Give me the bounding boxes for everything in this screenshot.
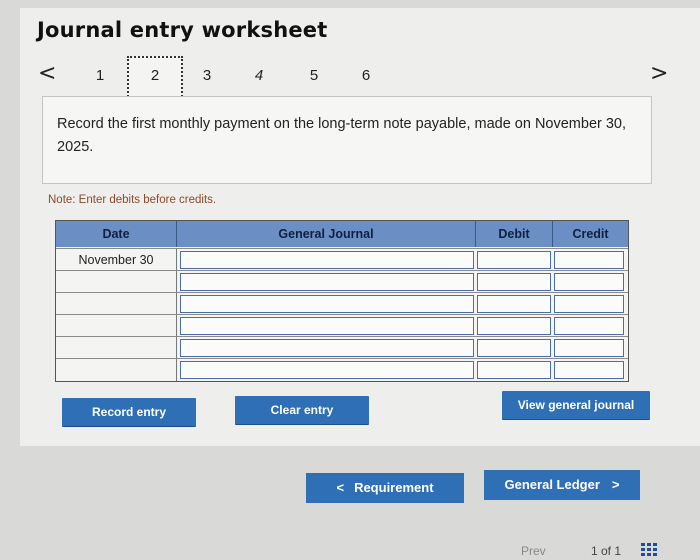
date-cell[interactable]: November 30 xyxy=(56,249,177,271)
account-input[interactable] xyxy=(180,339,474,357)
credit-input[interactable] xyxy=(554,317,624,335)
date-cell[interactable] xyxy=(56,293,177,315)
grid-icon[interactable] xyxy=(641,543,658,557)
general-ledger-label: General Ledger xyxy=(504,477,600,492)
column-header-general-journal: General Journal xyxy=(177,221,476,247)
step-6[interactable]: 6 xyxy=(340,57,392,95)
credit-input[interactable] xyxy=(554,295,624,313)
step-4[interactable]: 4 xyxy=(233,57,285,95)
table-row xyxy=(56,358,628,381)
debit-input[interactable] xyxy=(477,273,551,291)
credit-input[interactable] xyxy=(554,251,624,269)
view-general-journal-button[interactable]: View general journal xyxy=(502,391,650,419)
debit-input[interactable] xyxy=(477,361,551,379)
step-3[interactable]: 3 xyxy=(181,57,233,95)
table-row xyxy=(56,292,628,315)
step-1[interactable]: 1 xyxy=(74,57,126,95)
debit-input[interactable] xyxy=(477,339,551,357)
table-row xyxy=(56,336,628,359)
step-5[interactable]: 5 xyxy=(288,57,340,95)
date-cell[interactable] xyxy=(56,315,177,337)
instructions-box: Record the first monthly payment on the … xyxy=(42,96,652,184)
credit-input[interactable] xyxy=(554,273,624,291)
page-indicator: 1 of 1 xyxy=(591,544,622,558)
account-input[interactable] xyxy=(180,295,474,313)
date-cell[interactable] xyxy=(56,337,177,359)
credit-input[interactable] xyxy=(554,339,624,357)
account-input[interactable] xyxy=(180,317,474,335)
general-ledger-button[interactable]: General Ledger > xyxy=(484,470,640,500)
account-input[interactable] xyxy=(180,361,474,379)
column-header-debit: Debit xyxy=(476,221,553,247)
chevron-right-icon: > xyxy=(611,477,620,492)
step-navigation: < 1 2 3 4 5 6 > xyxy=(0,55,700,101)
record-entry-button[interactable]: Record entry xyxy=(62,398,196,426)
page-title: Journal entry worksheet xyxy=(37,18,328,42)
column-header-date: Date xyxy=(56,221,177,247)
clear-entry-button[interactable]: Clear entry xyxy=(235,396,369,424)
requirement-label: Requirement xyxy=(354,480,434,495)
account-input[interactable] xyxy=(180,251,474,269)
instructions-text: Record the first monthly payment on the … xyxy=(57,116,627,155)
debit-input[interactable] xyxy=(477,251,551,269)
requirement-button[interactable]: < Requirement xyxy=(306,473,464,503)
debit-input[interactable] xyxy=(477,317,551,335)
journal-header: Date General Journal Debit Credit xyxy=(56,221,628,247)
chevron-left-icon: < xyxy=(336,480,345,495)
chevron-left-icon[interactable]: < xyxy=(38,61,56,86)
table-row xyxy=(56,314,628,337)
date-cell[interactable] xyxy=(56,271,177,293)
prev-link[interactable]: Prev xyxy=(521,544,546,558)
footer-pagination: Prev 1 of 1 xyxy=(0,540,700,560)
journal-table: Date General Journal Debit Credit Novemb… xyxy=(55,220,629,382)
column-header-credit: Credit xyxy=(572,227,609,241)
step-2[interactable]: 2 xyxy=(127,56,183,100)
account-input[interactable] xyxy=(180,273,474,291)
date-cell[interactable] xyxy=(56,359,177,381)
debit-input[interactable] xyxy=(477,295,551,313)
credit-input[interactable] xyxy=(554,361,624,379)
table-row: November 30 xyxy=(56,248,628,271)
table-row xyxy=(56,270,628,293)
chevron-right-icon[interactable]: > xyxy=(650,61,668,86)
note-text: Note: Enter debits before credits. xyxy=(48,194,217,206)
